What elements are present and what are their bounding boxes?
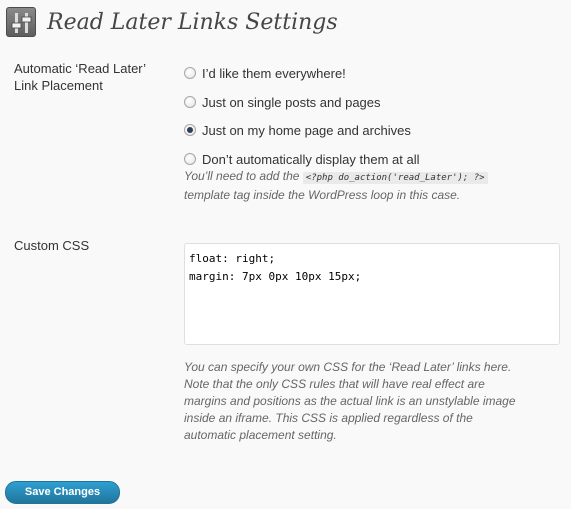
template-tag-code: <?php do_action('read_Later'); ?> — [302, 172, 488, 184]
help-text-before: You’ll need to add the — [184, 169, 300, 183]
page-title: Read Later Links Settings — [47, 9, 338, 35]
help-line: automatic placement setting. — [184, 428, 337, 442]
help-line: margins and positions as the actual link… — [184, 394, 516, 408]
radio-single-posts[interactable]: Just on single posts and pages — [184, 93, 381, 111]
custom-css-label: Custom CSS — [14, 238, 90, 253]
settings-sliders-icon — [6, 7, 36, 37]
radio-label: Just on single posts and pages — [202, 94, 381, 110]
help-line: You can specify your own CSS for the ‘Re… — [184, 360, 512, 374]
help-text-after: template tag inside the WordPress loop i… — [184, 188, 461, 202]
radio-button[interactable] — [184, 67, 196, 79]
radio-label: Just on my home page and archives — [202, 122, 411, 138]
radio-button[interactable] — [184, 153, 196, 165]
help-line: Note that the only CSS rules that will h… — [184, 377, 485, 391]
radio-everywhere[interactable]: I’d like them everywhere! — [184, 64, 346, 82]
placement-label-line2: Link Placement — [14, 78, 103, 93]
radio-label: I’d like them everywhere! — [202, 65, 346, 81]
placement-label-line1: Automatic ‘Read Later’ — [14, 61, 146, 76]
custom-css-help-text: You can specify your own CSS for the ‘Re… — [184, 359, 556, 444]
placement-label: Automatic ‘Read Later’ Link Placement — [14, 60, 174, 94]
radio-none[interactable]: Don’t automatically display them at all — [184, 150, 420, 168]
custom-css-textarea[interactable]: float: right; margin: 7px 0px 10px 15px; — [184, 243, 560, 345]
settings-page: Read Later Links Settings Automatic ‘Rea… — [0, 0, 571, 509]
radio-button-checked[interactable] — [184, 124, 196, 136]
save-changes-button[interactable]: Save Changes — [5, 481, 120, 504]
radio-label: Don’t automatically display them at all — [202, 151, 420, 167]
help-line: inside an iframe. This CSS is applied re… — [184, 411, 473, 425]
placement-help-text: You’ll need to add the <?php do_action('… — [184, 168, 556, 204]
radio-button[interactable] — [184, 96, 196, 108]
radio-home-archives[interactable]: Just on my home page and archives — [184, 121, 411, 139]
page-header: Read Later Links Settings — [6, 6, 338, 38]
